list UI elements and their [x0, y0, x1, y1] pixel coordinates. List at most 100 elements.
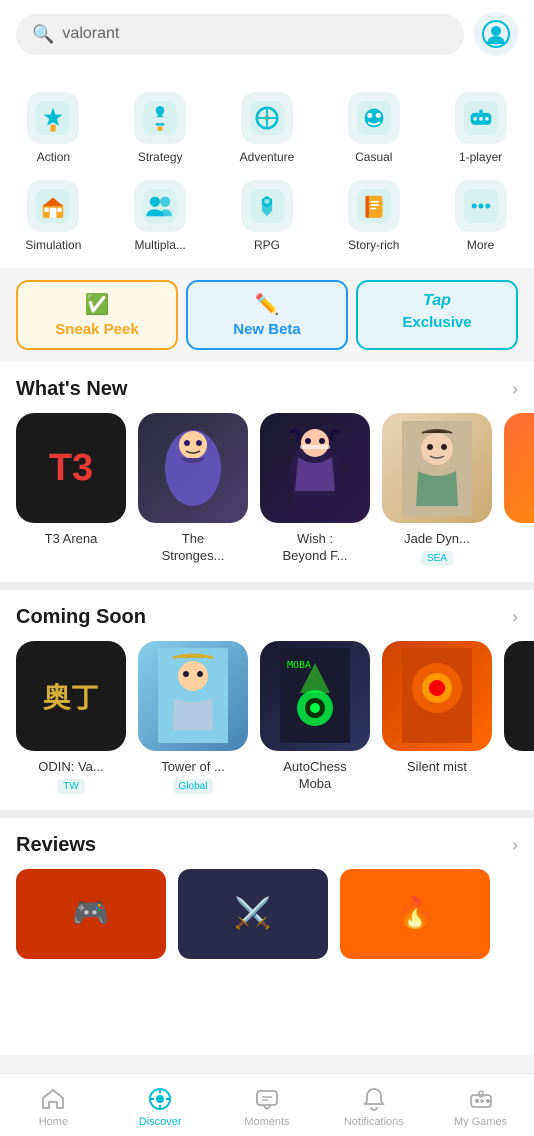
whats-new-section: What's New › T3 T3 Arena TheStr: [0, 362, 534, 582]
game-wish-name: Wish :Beyond F...: [260, 531, 370, 565]
coming-soon-title: Coming Soon: [16, 606, 146, 629]
review-thumb-1-icon: 🎮: [72, 896, 109, 931]
more-label: More: [467, 238, 494, 252]
search-input-wrap[interactable]: 🔍 valorant: [16, 14, 464, 55]
nav-discover-label: Discover: [139, 1116, 182, 1128]
review-thumb-2[interactable]: ⚔️: [178, 869, 328, 959]
category-multiplayer[interactable]: Multipla...: [107, 172, 214, 260]
moments-icon: [254, 1086, 280, 1112]
game-jade-name: Jade Dyn...: [382, 531, 492, 548]
reviews-title: Reviews: [16, 834, 96, 857]
1player-label: 1-player: [459, 150, 502, 164]
game-jade-dyn[interactable]: Jade Dyn... SEA: [382, 413, 492, 566]
game-tower-name: Tower of ...: [138, 759, 248, 776]
whats-new-see-more[interactable]: ›: [512, 379, 518, 400]
tap-exclusive-label: Exclusive: [402, 314, 471, 331]
action-icon-bg: [27, 92, 79, 144]
category-1player[interactable]: 1-player: [427, 84, 534, 172]
game-silent-mist[interactable]: Silent mist: [382, 641, 492, 794]
nav-notifications-label: Notifications: [344, 1116, 404, 1128]
wish-character: [280, 421, 350, 516]
casual-icon-bg: [348, 92, 400, 144]
tab-sneak-peek[interactable]: ✅ Sneak Peek: [16, 280, 178, 350]
nav-home[interactable]: Home: [0, 1082, 107, 1132]
tab-new-beta[interactable]: ✏️ New Beta: [186, 280, 348, 350]
category-strategy[interactable]: Strategy: [107, 84, 214, 172]
action-icon: [36, 101, 70, 135]
review-thumb-3-icon: 🔥: [396, 896, 433, 931]
avatar-button[interactable]: [474, 12, 518, 56]
nav-notifications[interactable]: Notifications: [320, 1082, 427, 1132]
category-simulation[interactable]: Simulation: [0, 172, 107, 260]
reviews-preview: 🎮 ⚔️ 🔥: [0, 869, 534, 975]
game-autochess[interactable]: MOBA AutoChessMoba: [260, 641, 370, 794]
category-rpg[interactable]: RPG: [214, 172, 321, 260]
avatar-icon: [482, 20, 510, 48]
game-odin-thumb: 奥丁: [16, 641, 126, 751]
new-beta-label: New Beta: [233, 321, 301, 338]
nav-my-games[interactable]: My Games: [427, 1082, 534, 1132]
review-thumb-1[interactable]: 🎮: [16, 869, 166, 959]
adventure-label: Adventure: [240, 150, 295, 164]
game-li-bra[interactable]: Li Bra...: [504, 413, 534, 566]
nav-moments[interactable]: Moments: [214, 1082, 321, 1132]
game-t3-arena[interactable]: T3 T3 Arena: [16, 413, 126, 566]
game-strongest-name: TheStronges...: [138, 531, 248, 565]
review-thumb-3[interactable]: 🔥: [340, 869, 490, 959]
game-tower-badge-wrap: Global: [138, 776, 248, 794]
category-more[interactable]: More: [427, 172, 534, 260]
review-thumb-2-icon: ⚔️: [234, 896, 271, 931]
story-icon: [357, 189, 391, 223]
game-wish-beyond[interactable]: Wish :Beyond F...: [260, 413, 370, 566]
category-action[interactable]: Action: [0, 84, 107, 172]
search-text: valorant: [62, 25, 119, 43]
li-character: [529, 428, 534, 508]
reviews-header: Reviews ›: [0, 818, 534, 869]
jade-character: [402, 421, 472, 516]
game-ark[interactable]: EN Ark En...: [504, 641, 534, 794]
moba-text: MOBA: [287, 660, 311, 671]
game-tower[interactable]: Tower of ... Global: [138, 641, 248, 794]
whats-new-list: T3 T3 Arena TheStronges...: [0, 413, 534, 582]
nav-my-games-label: My Games: [454, 1116, 507, 1128]
category-casual[interactable]: Casual: [320, 84, 427, 172]
game-jade-thumb: [382, 413, 492, 523]
game-strongest[interactable]: TheStronges...: [138, 413, 248, 566]
game-autochess-name: AutoChessMoba: [260, 759, 370, 793]
category-story[interactable]: Story-rich: [320, 172, 427, 260]
game-odin-badge: TW: [57, 779, 85, 794]
discover-icon: [147, 1086, 173, 1112]
action-label: Action: [37, 150, 70, 164]
game-jade-badge: SEA: [421, 551, 453, 566]
category-grid: Action Strategy: [0, 84, 534, 260]
whats-new-header: What's New ›: [0, 362, 534, 413]
game-odin-name: ODIN: Va...: [16, 759, 126, 776]
category-adventure[interactable]: Adventure: [214, 84, 321, 172]
tab-tap-exclusive[interactable]: Tap Exclusive: [356, 280, 518, 350]
whats-new-title: What's New: [16, 378, 127, 401]
nav-home-label: Home: [39, 1116, 68, 1128]
filter-tabs: ✅ Sneak Peek ✏️ New Beta Tap Exclusive: [16, 280, 518, 350]
reviews-see-more[interactable]: ›: [512, 835, 518, 856]
nav-moments-label: Moments: [244, 1116, 289, 1128]
reviews-section: Reviews › 🎮 ⚔️ 🔥: [0, 818, 534, 1055]
game-li-name: Li Bra...: [504, 531, 534, 548]
game-ark-thumb: EN: [504, 641, 534, 751]
odin-text: 奥丁: [43, 676, 99, 716]
strategy-label: Strategy: [138, 150, 183, 164]
odin-logo: 奥丁: [43, 676, 99, 716]
game-odin[interactable]: 奥丁 ODIN: Va... TW: [16, 641, 126, 794]
nav-discover[interactable]: Discover: [107, 1082, 214, 1132]
my-games-icon: [468, 1086, 494, 1112]
game-odin-badge-wrap: TW: [16, 776, 126, 794]
rpg-icon-bg: [241, 180, 293, 232]
game-t3-name: T3 Arena: [16, 531, 126, 548]
simulation-icon: [36, 189, 70, 223]
story-label: Story-rich: [348, 238, 399, 252]
strategy-icon: [143, 101, 177, 135]
coming-soon-see-more[interactable]: ›: [512, 607, 518, 628]
game-silent-name: Silent mist: [382, 759, 492, 776]
story-icon-bg: [348, 180, 400, 232]
coming-soon-header: Coming Soon ›: [0, 590, 534, 641]
strongest-character: [158, 423, 228, 513]
